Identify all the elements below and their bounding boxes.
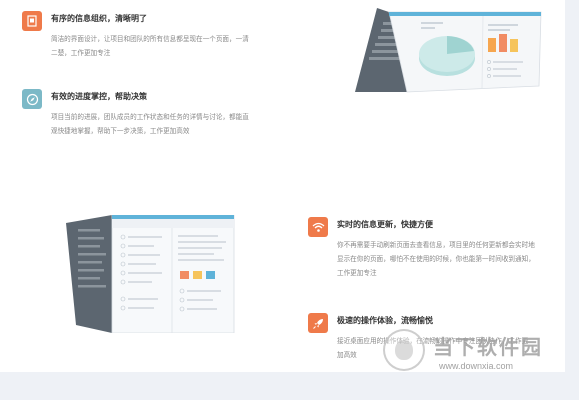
feature-title: 有效的进度掌控，帮助决策: [51, 92, 147, 101]
feature-description: 简洁的界面设计，让项目和团队的所有信息都呈现在一个页面，一清 二楚，工作更加专注: [51, 36, 249, 57]
watermark-url: www.downxia.com: [439, 361, 514, 371]
feature-title: 有序的信息组织，清晰明了: [51, 14, 147, 23]
rocket-icon: [308, 313, 328, 333]
task-board-illustration: [66, 214, 236, 334]
dashboard-illustration: [355, 8, 545, 98]
watermark-logo-icon: [383, 329, 425, 371]
feature-info-organization: 有序的信息组织，清晰明了 简洁的界面设计，让项目和团队的所有信息都呈现在一个页面…: [22, 11, 322, 71]
compass-icon: [22, 89, 42, 109]
wifi-icon: [308, 217, 328, 237]
watermark-name: 当下软件园: [433, 337, 543, 359]
watermark: 当下软件园 www.downxia.com: [383, 325, 563, 377]
document-icon: [22, 11, 42, 31]
feature-title: 实时的信息更新，快捷方便: [337, 220, 433, 229]
feature-description: 项目当前的进展，团队成员的工作状态和任务的详情与讨论，都能直 观快捷地掌握，帮助…: [51, 114, 249, 135]
feature-description: 你不再需要手动刷新页面去查看信息，项目里的任何更新都会实时地 显示在你的页面，哪…: [337, 242, 535, 277]
feature-progress-control: 有效的进度掌控，帮助决策 项目当前的进展，团队成员的工作状态和任务的详情与讨论，…: [22, 89, 322, 149]
feature-realtime-updates: 实时的信息更新，快捷方便 你不再需要手动刷新页面去查看信息，项目里的任何更新都会…: [308, 217, 568, 292]
feature-panel: 有序的信息组织，清晰明了 简洁的界面设计，让项目和团队的所有信息都呈现在一个页面…: [0, 0, 565, 372]
